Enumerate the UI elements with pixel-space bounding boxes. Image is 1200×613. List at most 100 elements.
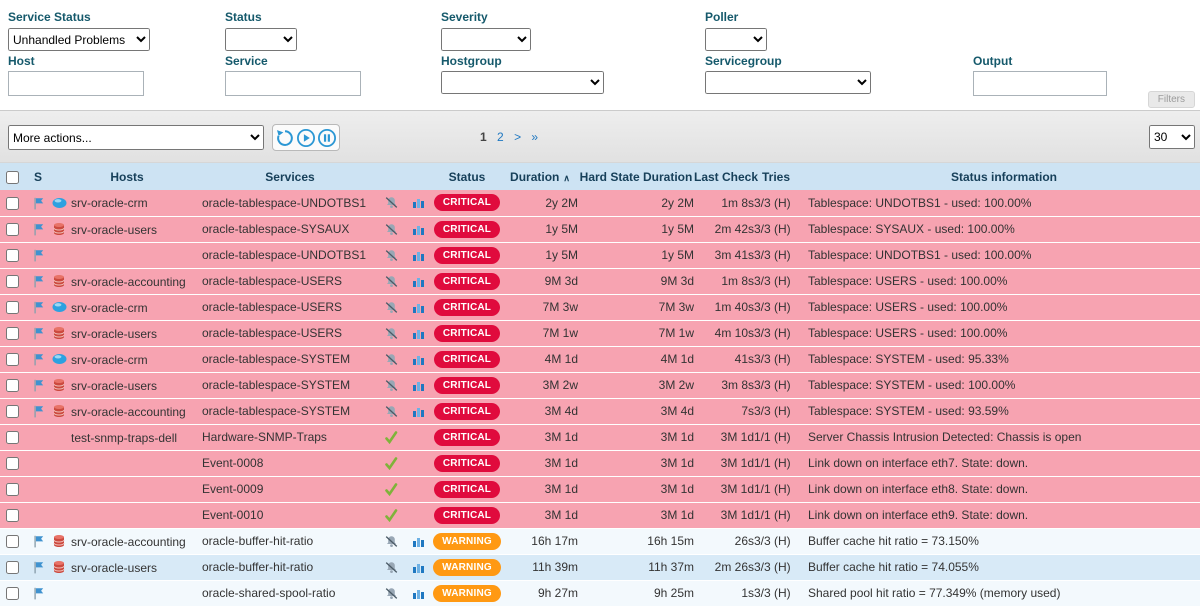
host-name[interactable]: srv-oracle-crm — [71, 196, 148, 210]
status-select[interactable] — [225, 28, 297, 51]
chart-icon[interactable] — [404, 580, 432, 606]
service-name[interactable]: oracle-tablespace-USERS — [202, 294, 378, 320]
host-name[interactable]: srv-oracle-users — [71, 560, 157, 574]
play-button[interactable] — [296, 128, 316, 148]
poller-select[interactable] — [705, 28, 767, 51]
status-information-cell: Tablespace: SYSAUX - used: 100.00% — [808, 216, 1200, 242]
row-checkbox[interactable] — [6, 301, 19, 314]
refresh-button[interactable] — [275, 128, 295, 148]
service-input[interactable] — [225, 71, 361, 96]
service-name[interactable]: oracle-tablespace-UNDOTBS1 — [202, 190, 378, 216]
chart-icon[interactable] — [404, 190, 432, 216]
host-name[interactable]: srv-oracle-crm — [71, 300, 148, 314]
host-name[interactable]: test-snmp-traps-dell — [71, 430, 177, 444]
host-input[interactable] — [8, 71, 144, 96]
row-checkbox[interactable] — [6, 275, 19, 288]
row-checkbox[interactable] — [6, 379, 19, 392]
column-header-duration[interactable]: Duration∧ — [502, 163, 578, 190]
host-name[interactable]: srv-oracle-accounting — [71, 404, 186, 418]
chart-icon[interactable] — [404, 294, 432, 320]
host-name[interactable]: srv-oracle-accounting — [71, 534, 186, 548]
status-information-cell: Link down on interface eth8. State: down… — [808, 476, 1200, 502]
service-name[interactable]: oracle-tablespace-SYSAUX — [202, 216, 378, 242]
page-next[interactable]: > — [514, 130, 521, 144]
host-name[interactable]: srv-oracle-accounting — [71, 274, 186, 288]
filters-button[interactable]: Filters — [1148, 91, 1195, 108]
last-check-cell: 3m 8s — [694, 372, 754, 398]
row-checkbox[interactable] — [6, 249, 19, 262]
service-name[interactable]: Event-0008 — [202, 450, 378, 476]
service-status-select[interactable]: Unhandled Problems — [8, 28, 150, 51]
row-checkbox[interactable] — [6, 587, 19, 600]
column-header-hard-state-duration[interactable]: Hard State Duration — [578, 163, 694, 190]
row-checkbox[interactable] — [6, 561, 19, 574]
last-check-cell: 1m 8s — [694, 190, 754, 216]
hard-state-duration-cell: 7M 1w — [578, 320, 694, 346]
column-header-tries[interactable]: Tries — [754, 163, 808, 190]
service-name[interactable]: Event-0010 — [202, 502, 378, 528]
host-name[interactable]: srv-oracle-users — [71, 378, 157, 392]
service-name[interactable]: oracle-buffer-hit-ratio — [202, 554, 378, 580]
chart-icon[interactable] — [404, 554, 432, 580]
pause-button[interactable] — [317, 128, 337, 148]
notifications-muted-icon — [378, 580, 404, 606]
severity-select[interactable] — [441, 28, 531, 51]
column-header-services[interactable]: Services — [202, 163, 378, 190]
row-checkbox[interactable] — [6, 431, 19, 444]
column-header-icon2 — [404, 163, 432, 190]
page-1[interactable]: 1 — [480, 130, 487, 144]
service-name[interactable]: oracle-tablespace-SYSTEM — [202, 372, 378, 398]
row-checkbox[interactable] — [6, 535, 19, 548]
service-name[interactable]: oracle-tablespace-USERS — [202, 320, 378, 346]
host-name[interactable]: srv-oracle-crm — [71, 352, 148, 366]
service-name[interactable]: oracle-buffer-hit-ratio — [202, 528, 378, 554]
page-size-select[interactable]: 30 — [1149, 125, 1195, 149]
row-checkbox[interactable] — [6, 223, 19, 236]
output-input[interactable] — [973, 71, 1107, 96]
notifications-muted-icon — [378, 346, 404, 372]
status-information-cell: Link down on interface eth9. State: down… — [808, 502, 1200, 528]
chart-icon[interactable] — [404, 242, 432, 268]
service-name[interactable]: oracle-tablespace-SYSTEM — [202, 346, 378, 372]
notification-flag-icon — [33, 560, 44, 574]
row-checkbox[interactable] — [6, 197, 19, 210]
chart-icon[interactable] — [404, 398, 432, 424]
chart-icon[interactable] — [404, 528, 432, 554]
host-name[interactable]: srv-oracle-users — [71, 326, 157, 340]
notification-flag-icon — [33, 378, 44, 392]
row-checkbox[interactable] — [6, 405, 19, 418]
select-all-checkbox[interactable] — [6, 171, 19, 184]
row-checkbox[interactable] — [6, 457, 19, 470]
chart-icon[interactable] — [404, 320, 432, 346]
chart-icon[interactable] — [404, 346, 432, 372]
page-2[interactable]: 2 — [497, 130, 504, 144]
page-last[interactable]: » — [531, 130, 538, 144]
host-name[interactable]: srv-oracle-users — [71, 222, 157, 236]
service-name[interactable]: oracle-tablespace-SYSTEM — [202, 398, 378, 424]
service-name[interactable]: oracle-tablespace-USERS — [202, 268, 378, 294]
column-header-hosts[interactable]: Hosts — [52, 163, 202, 190]
service-label: Service — [225, 54, 268, 68]
service-name[interactable]: Event-0009 — [202, 476, 378, 502]
row-checkbox[interactable] — [6, 483, 19, 496]
column-header-s[interactable]: S — [24, 163, 52, 190]
chart-icon[interactable] — [404, 216, 432, 242]
service-name[interactable]: oracle-tablespace-UNDOTBS1 — [202, 242, 378, 268]
service-name[interactable]: Hardware-SNMP-Traps — [202, 424, 378, 450]
status-badge: CRITICAL — [434, 403, 500, 420]
row-checkbox[interactable] — [6, 327, 19, 340]
row-checkbox[interactable] — [6, 509, 19, 522]
column-header-status-information[interactable]: Status information — [808, 163, 1200, 190]
row-checkbox[interactable] — [6, 353, 19, 366]
table-row: srv-oracle-crm oracle-tablespace-SYSTEM … — [0, 346, 1200, 372]
service-name[interactable]: oracle-shared-spool-ratio — [202, 580, 378, 606]
table-row: srv-oracle-users oracle-tablespace-USERS… — [0, 320, 1200, 346]
column-header-icon1 — [378, 163, 404, 190]
chart-icon[interactable] — [404, 372, 432, 398]
servicegroup-select[interactable] — [705, 71, 871, 94]
chart-icon[interactable] — [404, 268, 432, 294]
more-actions-select[interactable]: More actions... — [8, 125, 264, 150]
column-header-status[interactable]: Status — [432, 163, 502, 190]
hostgroup-select[interactable] — [441, 71, 604, 94]
column-header-last-check[interactable]: Last Check — [694, 163, 754, 190]
